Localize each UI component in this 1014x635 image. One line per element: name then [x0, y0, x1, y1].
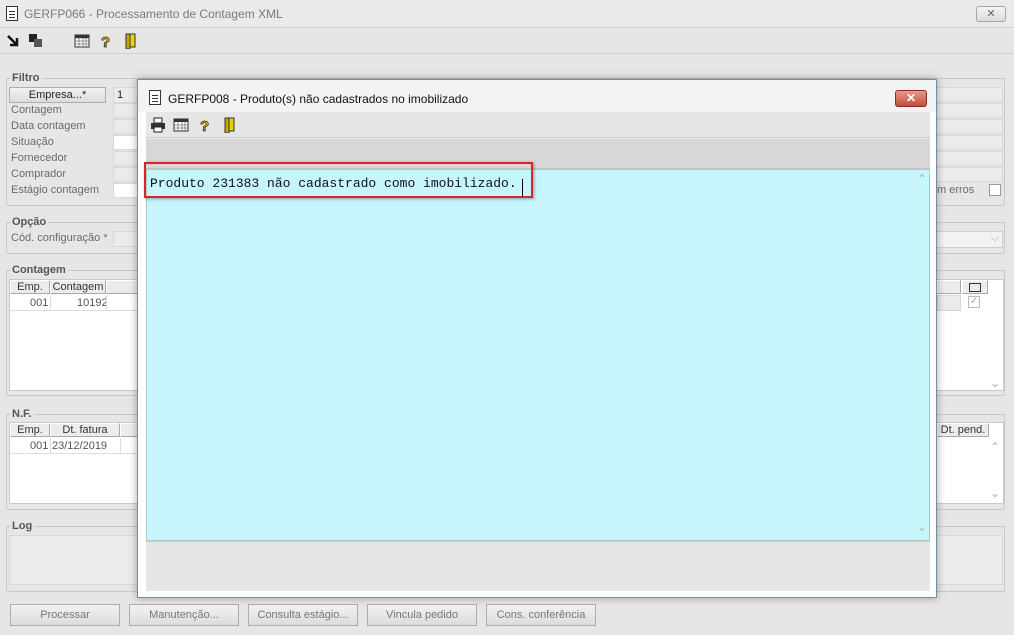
right-field-4 [935, 135, 1003, 150]
dialog-footer [146, 541, 930, 591]
contagem-right-cell [937, 295, 961, 311]
checkbox-icon [969, 283, 981, 292]
label-fornecedor: Fornecedor [11, 152, 68, 164]
contagem-field[interactable] [113, 103, 139, 118]
help-icon[interactable]: ? [197, 117, 213, 133]
label-situacao: Situação [11, 136, 54, 148]
text-caret [522, 179, 523, 197]
row-check-icon[interactable]: ✓ [968, 296, 980, 308]
calendar-grid-icon[interactable] [173, 117, 189, 133]
scroll-down-icon[interactable]: ⌄ [990, 486, 1000, 500]
processar-button[interactable]: Processar [10, 604, 120, 626]
com-erros-checkbox[interactable] [989, 184, 1001, 196]
label-comprador: Comprador [11, 168, 67, 180]
document-icon [149, 90, 161, 105]
estagio-contagem-field[interactable] [113, 183, 139, 198]
right-field-6 [935, 167, 1003, 182]
cons-conferencia-button[interactable]: Cons. conferência [486, 604, 596, 626]
svg-text:?: ? [101, 34, 110, 49]
select-all-header[interactable] [962, 280, 988, 294]
contagem-legend: Contagem [12, 264, 66, 276]
dialog-toolbar: ? [146, 112, 930, 138]
main-title: GERFP066 - Processamento de Contagem XML [24, 7, 283, 21]
right-field-2 [935, 103, 1003, 118]
label-data-contagem: Data contagem [11, 120, 86, 132]
right-field-3 [935, 119, 1003, 134]
message-text: Produto 231383 não cadastrado como imobi… [150, 176, 517, 191]
dialog-title-bar: GERFP008 - Produto(s) não cadastrados no… [138, 80, 936, 112]
export-icon[interactable] [28, 33, 44, 49]
cod-configuracao-field[interactable] [113, 231, 139, 247]
nf-col-dt-fatura[interactable]: Dt. fatura [50, 423, 120, 437]
comprador-field[interactable] [113, 167, 139, 182]
main-title-bar: GERFP066 - Processamento de Contagem XML… [0, 0, 1014, 28]
document-icon [6, 6, 18, 21]
cell-contagem: 10192 [77, 297, 108, 309]
main-toolbar: ? [0, 28, 1014, 54]
chevron-down-icon: ⌵ [990, 232, 999, 244]
opcao-legend: Opção [12, 216, 47, 228]
label-estagio-contagem: Estágio contagem [11, 184, 100, 196]
main-close-button[interactable]: ✕ [976, 6, 1006, 22]
exit-door-icon[interactable] [221, 117, 237, 133]
help-icon[interactable]: ? [98, 33, 114, 49]
nf-legend: N.F. [12, 408, 32, 420]
log-legend: Log [12, 520, 33, 532]
empresa-button[interactable]: Empresa...* [9, 87, 106, 103]
cod-configuracao-select[interactable]: ⌵ [935, 231, 1003, 248]
nf-col-extra [120, 423, 138, 437]
nf-col-emp[interactable]: Emp. [10, 423, 50, 437]
right-field-5 [935, 151, 1003, 166]
empresa-field[interactable]: 1 [113, 87, 139, 103]
label-contagem: Contagem [11, 104, 62, 116]
exit-door-icon[interactable] [122, 33, 138, 49]
right-field-1 [935, 87, 1003, 102]
contagem-col-right [937, 280, 961, 294]
filtro-legend: Filtro [12, 72, 40, 84]
dialog-title: GERFP008 - Produto(s) não cadastrados no… [168, 92, 469, 106]
scroll-up-icon[interactable]: ⌃ [990, 440, 1000, 454]
contagem-col-emp[interactable]: Emp. [10, 280, 50, 294]
contagem-col-extra [106, 280, 138, 294]
message-memo[interactable]: Produto 231383 não cadastrado como imobi… [144, 162, 930, 541]
data-contagem-field[interactable] [113, 119, 139, 134]
scroll-down-icon[interactable]: ⌄ [917, 520, 927, 534]
cell-emp: 001 [30, 297, 49, 309]
fornecedor-field[interactable] [113, 151, 139, 166]
calendar-grid-icon[interactable] [74, 33, 90, 49]
cell-dt-fatura: 23/12/2019 [52, 440, 108, 452]
nf-col-dt-pend[interactable]: Dt. pend. [937, 423, 989, 437]
scroll-down-icon[interactable]: ⌄ [990, 376, 1000, 390]
memo-scrollbar[interactable]: ⌃ ⌄ [913, 170, 930, 540]
product-dialog: GERFP008 - Produto(s) não cadastrados no… [137, 79, 937, 598]
consulta-estagio-button[interactable]: Consulta estágio... [248, 604, 358, 626]
label-cod-configuracao: Cód. configuração * [11, 232, 108, 244]
svg-text:?: ? [200, 118, 209, 133]
scroll-up-icon[interactable]: ⌃ [917, 172, 927, 186]
dialog-body: ? Produto 231383 não cadastrado como imo… [144, 112, 930, 591]
vincula-pedido-button[interactable]: Vincula pedido [367, 604, 477, 626]
manutencao-button[interactable]: Manutenção... [129, 604, 239, 626]
dialog-close-button[interactable]: ✕ [895, 90, 927, 107]
situacao-field[interactable] [113, 135, 139, 150]
cell-emp: 001 [30, 440, 49, 452]
print-icon[interactable] [150, 117, 166, 133]
com-erros-label: m erros [937, 184, 975, 196]
arrow-icon[interactable] [6, 33, 22, 49]
table-row[interactable]: 001 10192 [10, 295, 138, 311]
contagem-col-contagem[interactable]: Contagem [50, 280, 106, 294]
table-row[interactable]: 001 23/12/2019 [10, 438, 138, 454]
